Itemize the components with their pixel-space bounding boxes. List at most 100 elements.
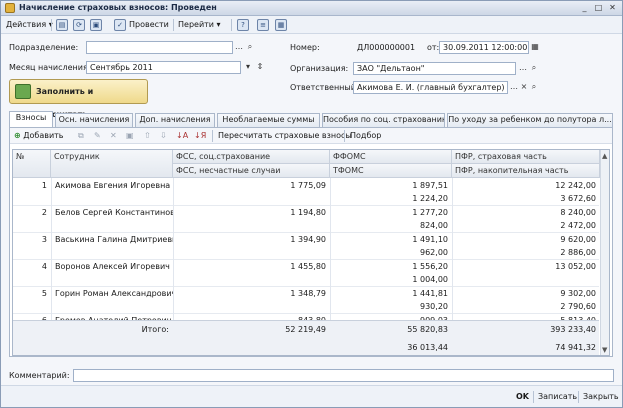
help-icon[interactable]: ? [237, 19, 249, 31]
cell-pfr[interactable]: 8 240,00 [452, 206, 600, 219]
tab-extra-accruals[interactable]: Доп. начисления [135, 113, 215, 127]
cell-fss[interactable]: 1 394,90 [173, 233, 330, 246]
total-pfr: 393 233,40 [550, 325, 596, 334]
minimize-button[interactable]: _ [579, 3, 590, 13]
calendar-icon[interactable]: ▦ [530, 41, 540, 54]
division-search-icon[interactable]: ⌕ [245, 41, 255, 54]
sort-desc-icon[interactable]: ↓Я [194, 129, 206, 143]
scroll-up-icon[interactable]: ▲ [602, 152, 607, 160]
cell-tfoms[interactable]: 1 224,20 [330, 192, 452, 205]
copy-icon[interactable]: ⧉ [78, 129, 84, 143]
tab-contributions[interactable]: Взносы [9, 111, 53, 127]
cell-tfoms[interactable]: 930,20 [330, 300, 452, 313]
delete-icon[interactable]: ✕ [110, 129, 117, 143]
save-button[interactable]: Записать [538, 390, 577, 404]
organization-select-button[interactable]: … [518, 62, 528, 75]
cell-fss[interactable]: 1 775,09 [173, 179, 330, 192]
cell-ffoms[interactable]: 1 277,20 [330, 206, 452, 219]
cell-pfr[interactable]: 9 302,00 [452, 287, 600, 300]
cell-name[interactable]: Васькина Галина Дмитриевна [51, 233, 173, 246]
cell-fss[interactable]: 1 455,80 [173, 260, 330, 273]
structure-icon[interactable]: ≡ [257, 19, 269, 31]
col-header-fss-accident[interactable]: ФСС, несчастные случаи [173, 164, 330, 178]
cell-name[interactable]: Белов Сергей Константинович [51, 206, 173, 219]
fill-calculate-button[interactable]: Заполнить и рассчитать [9, 79, 148, 119]
cell-pfr2[interactable]: 3 672,60 [452, 192, 600, 205]
contributions-table: № Сотрудник ФСС, соц.страхование ФСС, не… [12, 149, 610, 356]
post-close-icon[interactable]: ▣ [90, 19, 102, 31]
responsible-select-button[interactable]: … [509, 81, 519, 94]
responsible-search-icon[interactable]: ⌕ [529, 81, 539, 94]
cell-ffoms[interactable]: 1 441,81 [330, 287, 452, 300]
edit-icon[interactable]: ✎ [94, 129, 101, 143]
tab-main-accruals[interactable]: Осн. начисления [55, 113, 133, 127]
organization-field[interactable]: ЗАО "Дельтаон" [353, 62, 516, 75]
comment-field[interactable] [73, 369, 614, 382]
cell-tfoms[interactable]: 1 004,00 [330, 273, 452, 286]
add-button[interactable]: ⊕ Добавить [14, 129, 64, 143]
division-field[interactable] [86, 41, 233, 54]
col-header-ffoms[interactable]: ФФОМС [330, 150, 452, 164]
cell-pfr2[interactable]: 2 472,00 [452, 219, 600, 232]
actions-menu[interactable]: Действия ▾ [6, 18, 53, 32]
organization-search-icon[interactable]: ⌕ [529, 62, 539, 75]
vertical-scrollbar[interactable]: ▲ ▼ [600, 150, 609, 355]
cell-fss[interactable]: 1 348,79 [173, 287, 330, 300]
col-header-num[interactable]: № [13, 150, 51, 178]
post-button[interactable]: Провести [129, 18, 169, 32]
date-label: от: [427, 43, 440, 52]
print-icon[interactable]: ▦ [275, 19, 287, 31]
cell-n[interactable]: 1 [13, 179, 51, 192]
cell-tfoms[interactable]: 824,00 [330, 219, 452, 232]
cell-pfr[interactable]: 12 242,00 [452, 179, 600, 192]
date-field[interactable]: 30.09.2011 12:00:00 [439, 41, 529, 54]
cell-n[interactable]: 5 [13, 287, 51, 300]
cell-n[interactable]: 2 [13, 206, 51, 219]
col-header-fss[interactable]: ФСС, соц.страхование [173, 150, 330, 164]
tab-childcare[interactable]: По уходу за ребенком до полутора л... [447, 113, 613, 127]
cell-n[interactable]: 3 [13, 233, 51, 246]
col-header-tfoms[interactable]: ТФОМС [330, 164, 452, 178]
save-icon[interactable]: ▤ [56, 19, 68, 31]
recalculate-button[interactable]: Пересчитать страховые взносы [218, 129, 352, 143]
cell-tfoms[interactable]: 962,00 [330, 246, 452, 259]
move-up-icon[interactable]: ⇧ [144, 129, 151, 143]
cell-name[interactable]: Горин Роман Александрович [51, 287, 173, 300]
maximize-button[interactable]: □ [593, 3, 604, 13]
cell-pfr2[interactable]: 2 790,60 [452, 300, 600, 313]
close-button[interactable]: Закрыть [583, 390, 619, 404]
cell-ffoms[interactable]: 1 556,20 [330, 260, 452, 273]
actions-menu-label: Действия [6, 20, 47, 29]
cell-n[interactable]: 4 [13, 260, 51, 273]
responsible-field[interactable]: Акимова Е. И. (главный бухгалтер) [353, 81, 508, 94]
select-button[interactable]: Подбор [350, 129, 381, 143]
tab-nontaxable[interactable]: Необлагаемые суммы [217, 113, 320, 127]
cell-pfr[interactable]: 9 620,00 [452, 233, 600, 246]
end-edit-icon[interactable]: ▣ [126, 129, 134, 143]
close-window-button[interactable]: ✕ [607, 3, 618, 13]
refresh-icon[interactable]: ⟳ [73, 19, 85, 31]
col-header-pfr-funded[interactable]: ПФР, накопительная часть [452, 164, 600, 178]
month-field[interactable]: Сентябрь 2011 [86, 61, 241, 74]
responsible-open-button[interactable]: × [519, 81, 529, 94]
month-dropdown-icon[interactable]: ▾ [243, 61, 253, 74]
move-down-icon[interactable]: ⇩ [160, 129, 167, 143]
col-header-pfr[interactable]: ПФР, страховая часть [452, 150, 600, 164]
month-spin-icon[interactable]: ⇕ [255, 61, 265, 74]
cell-fss[interactable]: 1 194,80 [173, 206, 330, 219]
col-header-employee[interactable]: Сотрудник [51, 150, 173, 178]
cell-name[interactable]: Акимова Евгения Игоревна [51, 179, 173, 192]
scroll-down-icon[interactable]: ▼ [602, 346, 607, 354]
cell-ffoms[interactable]: 1 897,51 [330, 179, 452, 192]
sort-asc-icon[interactable]: ↓A [176, 129, 188, 143]
goto-menu[interactable]: Перейти ▾ [178, 18, 221, 32]
cell-pfr2[interactable]: 2 886,00 [452, 246, 600, 259]
number-field[interactable]: ДЛ000000001 [353, 41, 423, 54]
cell-pfr[interactable]: 13 052,00 [452, 260, 600, 273]
post-icon[interactable]: ✓ [114, 19, 126, 31]
division-select-button[interactable]: … [234, 41, 244, 54]
cell-ffoms[interactable]: 1 491,10 [330, 233, 452, 246]
tab-social-benefits[interactable]: Пособия по соц. страхованию [322, 113, 445, 127]
cell-name[interactable]: Воронов Алексей Игоревич [51, 260, 173, 273]
ok-button[interactable]: OK [516, 390, 529, 404]
